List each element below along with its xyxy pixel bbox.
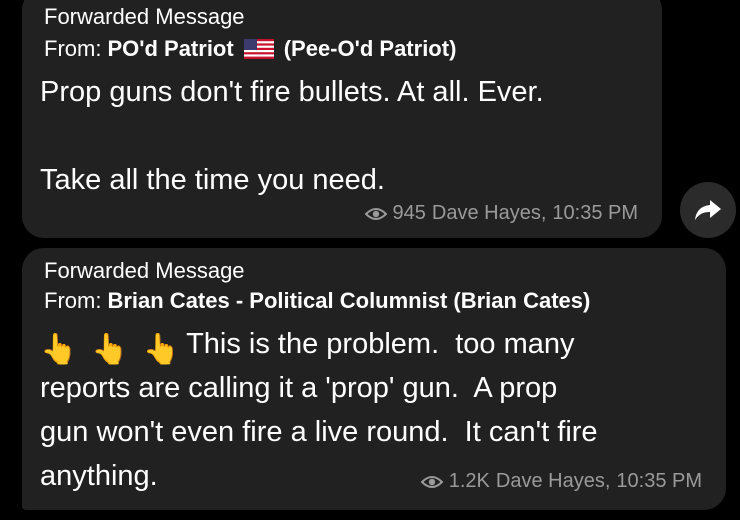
message-line xyxy=(40,114,544,158)
message-line: reports are calling it a 'prop' gun. A p… xyxy=(40,372,558,404)
view-count: 945 xyxy=(392,202,426,224)
share-arrow-icon xyxy=(695,200,721,220)
author-name: Dave Hayes, xyxy=(431,202,547,224)
message-line: 👆 👆 👆 This is the problem. too many xyxy=(40,322,598,366)
author-name: Dave Hayes, xyxy=(495,470,611,492)
share-button[interactable] xyxy=(680,182,736,238)
timestamp: 10:35 PM xyxy=(552,202,638,224)
view-count: 1.2K xyxy=(448,470,490,492)
us-flag-icon xyxy=(243,39,274,59)
source-alias: (Pee-O'd Patriot) xyxy=(283,36,457,61)
message-line: Prop guns don't fire bullets. At all. Ev… xyxy=(40,76,544,108)
source-name[interactable]: PO'd Patriot xyxy=(107,36,233,62)
eye-icon xyxy=(364,207,387,220)
eye-icon xyxy=(420,475,443,488)
forward-source[interactable]: From: PO'd Patriot (Pee-O'd Patriot) xyxy=(44,36,456,62)
message-text: Prop guns don't fire bullets. At all. Ev… xyxy=(40,70,544,202)
message-bubble[interactable]: Forwarded Message From: Brian Cates - Po… xyxy=(22,248,726,510)
pointing-up-emoji: 👆 xyxy=(142,333,181,366)
source-name[interactable]: Brian Cates - Political Columnist (Brian… xyxy=(107,288,590,314)
from-label: From: xyxy=(44,288,102,313)
forwarded-label: Forwarded Message xyxy=(44,258,245,283)
forward-source[interactable]: From: Brian Cates - Political Columnist … xyxy=(44,288,590,314)
timestamp: 10:35 PM xyxy=(616,470,702,492)
message-feed: Forwarded Message From: PO'd Patriot (Pe… xyxy=(0,0,740,520)
from-label: From: xyxy=(44,36,102,61)
forwarded-label: Forwarded Message xyxy=(44,4,245,29)
message-meta: 945 Dave Hayes, 10:35 PM xyxy=(364,202,638,225)
message-line-text: This is the problem. too many xyxy=(186,328,575,360)
message-meta: 1.2K Dave Hayes, 10:35 PM xyxy=(420,470,702,493)
message-line: Take all the time you need. xyxy=(40,164,385,196)
pointing-up-emoji: 👆 xyxy=(40,333,78,366)
message-line: gun won't even fire a live round. It can… xyxy=(40,416,598,448)
pointing-up-emoji: 👆 xyxy=(91,333,129,366)
message-bubble[interactable]: Forwarded Message From: PO'd Patriot (Pe… xyxy=(22,0,662,238)
